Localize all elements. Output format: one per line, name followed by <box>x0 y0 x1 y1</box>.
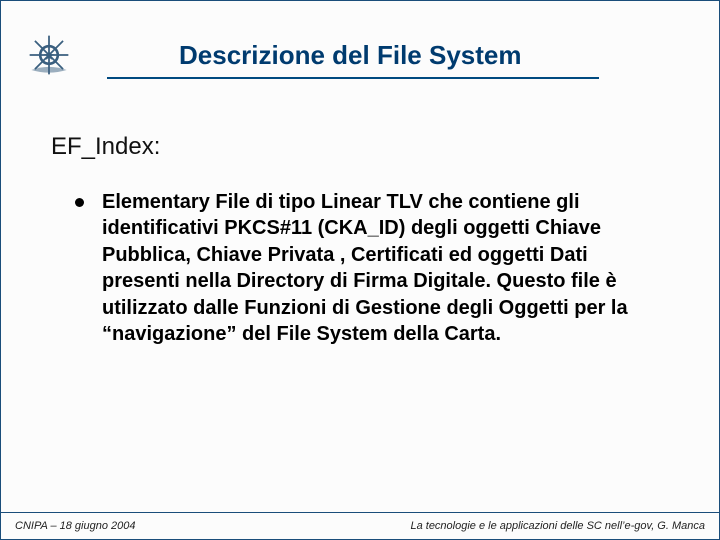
slide-footer: CNIPA – 18 giugno 2004 La tecnologie e l… <box>1 512 719 539</box>
slide-content: EF_Index: Elementary File di tipo Linear… <box>1 79 719 347</box>
footer-left: CNIPA – 18 giugno 2004 <box>15 520 135 532</box>
slide-title: Descrizione del File System <box>89 40 719 71</box>
section-heading: EF_Index: <box>51 133 669 161</box>
bullet-dot-icon <box>75 198 84 207</box>
bullet-item: Elementary File di tipo Linear TLV che c… <box>51 189 669 347</box>
title-wrap: Descrizione del File System <box>89 40 719 79</box>
bullet-text: Elementary File di tipo Linear TLV che c… <box>102 189 642 347</box>
title-separator <box>107 77 599 79</box>
footer-right: La tecnologie e le applicazioni delle SC… <box>410 520 705 532</box>
italian-republic-emblem-icon <box>19 31 79 79</box>
slide-header: Descrizione del File System <box>1 1 719 79</box>
